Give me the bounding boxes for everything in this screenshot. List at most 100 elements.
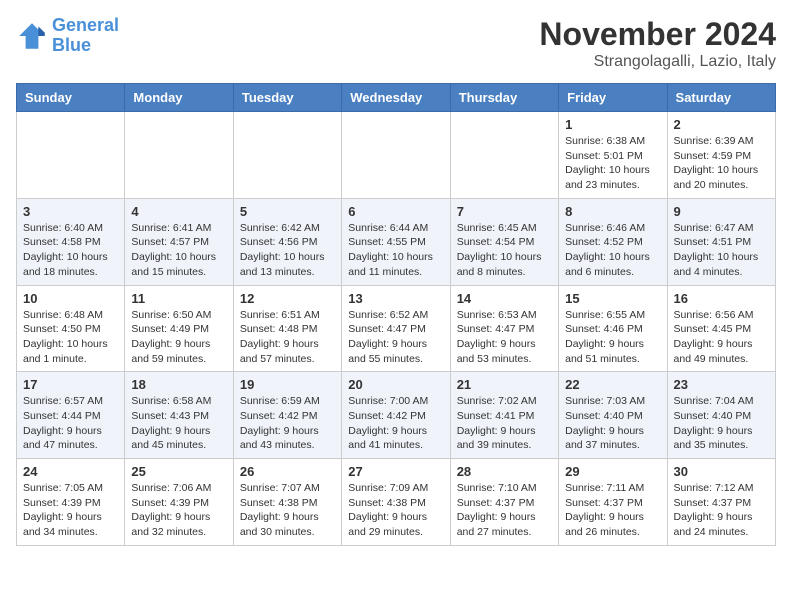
weekday-header: SundayMondayTuesdayWednesdayThursdayFrid…	[17, 84, 776, 112]
calendar-cell: 26 Sunrise: 7:07 AM Sunset: 4:38 PM Dayli…	[233, 459, 341, 546]
day-number: 21	[457, 377, 552, 392]
day-number: 23	[674, 377, 769, 392]
weekday-header-cell: Friday	[559, 84, 667, 112]
calendar-cell: 20 Sunrise: 7:00 AM Sunset: 4:42 PM Dayli…	[342, 372, 450, 459]
day-info: Sunrise: 6:44 AM Sunset: 4:55 PM Dayligh…	[348, 221, 443, 280]
day-info: Sunrise: 6:57 AM Sunset: 4:44 PM Dayligh…	[23, 394, 118, 453]
calendar-cell	[450, 112, 558, 199]
day-info: Sunrise: 6:50 AM Sunset: 4:49 PM Dayligh…	[131, 308, 226, 367]
day-number: 12	[240, 291, 335, 306]
day-info: Sunrise: 7:05 AM Sunset: 4:39 PM Dayligh…	[23, 481, 118, 540]
title-block: November 2024 Strangolagalli, Lazio, Ita…	[539, 16, 776, 71]
day-number: 5	[240, 204, 335, 219]
day-info: Sunrise: 6:41 AM Sunset: 4:57 PM Dayligh…	[131, 221, 226, 280]
day-number: 15	[565, 291, 660, 306]
day-number: 29	[565, 464, 660, 479]
day-number: 22	[565, 377, 660, 392]
calendar-week-row: 1 Sunrise: 6:38 AM Sunset: 5:01 PM Daylig…	[17, 112, 776, 199]
day-info: Sunrise: 6:59 AM Sunset: 4:42 PM Dayligh…	[240, 394, 335, 453]
day-number: 17	[23, 377, 118, 392]
day-number: 28	[457, 464, 552, 479]
day-info: Sunrise: 6:53 AM Sunset: 4:47 PM Dayligh…	[457, 308, 552, 367]
weekday-header-cell: Thursday	[450, 84, 558, 112]
calendar-cell: 10Sunrise: 6:48 AM Sunset: 4:50 PM Dayli…	[17, 285, 125, 372]
month-title: November 2024	[539, 16, 776, 53]
day-number: 26	[240, 464, 335, 479]
day-number: 3	[23, 204, 118, 219]
day-number: 1	[565, 117, 660, 132]
day-number: 6	[348, 204, 443, 219]
day-info: Sunrise: 7:02 AM Sunset: 4:41 PM Dayligh…	[457, 394, 552, 453]
day-info: Sunrise: 7:03 AM Sunset: 4:40 PM Dayligh…	[565, 394, 660, 453]
logo-line1: General	[52, 15, 119, 35]
day-info: Sunrise: 6:38 AM Sunset: 5:01 PM Dayligh…	[565, 134, 660, 193]
day-number: 18	[131, 377, 226, 392]
header: General Blue November 2024 Strangolagall…	[16, 16, 776, 71]
calendar-body: 1 Sunrise: 6:38 AM Sunset: 5:01 PM Daylig…	[17, 112, 776, 546]
weekday-header-cell: Wednesday	[342, 84, 450, 112]
calendar-cell: 21 Sunrise: 7:02 AM Sunset: 4:41 PM Dayli…	[450, 372, 558, 459]
weekday-header-cell: Sunday	[17, 84, 125, 112]
day-info: Sunrise: 7:00 AM Sunset: 4:42 PM Dayligh…	[348, 394, 443, 453]
logo-text: General Blue	[52, 16, 119, 56]
calendar-week-row: 24 Sunrise: 7:05 AM Sunset: 4:39 PM Dayli…	[17, 459, 776, 546]
calendar-cell: 15Sunrise: 6:55 AM Sunset: 4:46 PM Dayli…	[559, 285, 667, 372]
day-info: Sunrise: 6:39 AM Sunset: 4:59 PM Dayligh…	[674, 134, 769, 193]
calendar-cell: 28 Sunrise: 7:10 AM Sunset: 4:37 PM Dayli…	[450, 459, 558, 546]
day-info: Sunrise: 6:47 AM Sunset: 4:51 PM Dayligh…	[674, 221, 769, 280]
calendar-week-row: 10Sunrise: 6:48 AM Sunset: 4:50 PM Dayli…	[17, 285, 776, 372]
calendar-cell: 29Sunrise: 7:11 AM Sunset: 4:37 PM Dayli…	[559, 459, 667, 546]
day-info: Sunrise: 6:51 AM Sunset: 4:48 PM Dayligh…	[240, 308, 335, 367]
calendar-cell: 9 Sunrise: 6:47 AM Sunset: 4:51 PM Daylig…	[667, 198, 775, 285]
day-info: Sunrise: 7:09 AM Sunset: 4:38 PM Dayligh…	[348, 481, 443, 540]
calendar-week-row: 17 Sunrise: 6:57 AM Sunset: 4:44 PM Dayli…	[17, 372, 776, 459]
day-number: 27	[348, 464, 443, 479]
location: Strangolagalli, Lazio, Italy	[539, 53, 776, 71]
calendar-cell: 12 Sunrise: 6:51 AM Sunset: 4:48 PM Dayli…	[233, 285, 341, 372]
day-info: Sunrise: 7:04 AM Sunset: 4:40 PM Dayligh…	[674, 394, 769, 453]
day-number: 11	[131, 291, 226, 306]
calendar-cell	[233, 112, 341, 199]
day-number: 14	[457, 291, 552, 306]
calendar-cell: 18Sunrise: 6:58 AM Sunset: 4:43 PM Dayli…	[125, 372, 233, 459]
calendar-cell: 23 Sunrise: 7:04 AM Sunset: 4:40 PM Dayli…	[667, 372, 775, 459]
page: General Blue November 2024 Strangolagall…	[0, 0, 792, 612]
day-info: Sunrise: 6:56 AM Sunset: 4:45 PM Dayligh…	[674, 308, 769, 367]
calendar-cell: 8 Sunrise: 6:46 AM Sunset: 4:52 PM Daylig…	[559, 198, 667, 285]
day-number: 10	[23, 291, 118, 306]
calendar-cell: 17 Sunrise: 6:57 AM Sunset: 4:44 PM Dayli…	[17, 372, 125, 459]
day-number: 20	[348, 377, 443, 392]
calendar-cell: 25 Sunrise: 7:06 AM Sunset: 4:39 PM Dayli…	[125, 459, 233, 546]
day-number: 24	[23, 464, 118, 479]
day-info: Sunrise: 7:07 AM Sunset: 4:38 PM Dayligh…	[240, 481, 335, 540]
day-number: 16	[674, 291, 769, 306]
day-info: Sunrise: 6:46 AM Sunset: 4:52 PM Dayligh…	[565, 221, 660, 280]
calendar-cell: 16 Sunrise: 6:56 AM Sunset: 4:45 PM Dayli…	[667, 285, 775, 372]
day-number: 30	[674, 464, 769, 479]
calendar-cell: 19Sunrise: 6:59 AM Sunset: 4:42 PM Dayli…	[233, 372, 341, 459]
day-number: 4	[131, 204, 226, 219]
calendar-cell: 7Sunrise: 6:45 AM Sunset: 4:54 PM Daylig…	[450, 198, 558, 285]
calendar-cell: 6 Sunrise: 6:44 AM Sunset: 4:55 PM Daylig…	[342, 198, 450, 285]
logo-line2: Blue	[52, 35, 91, 55]
day-number: 25	[131, 464, 226, 479]
day-number: 9	[674, 204, 769, 219]
calendar-cell	[342, 112, 450, 199]
weekday-header-cell: Tuesday	[233, 84, 341, 112]
day-info: Sunrise: 7:12 AM Sunset: 4:37 PM Dayligh…	[674, 481, 769, 540]
logo: General Blue	[16, 16, 119, 56]
day-info: Sunrise: 7:06 AM Sunset: 4:39 PM Dayligh…	[131, 481, 226, 540]
weekday-header-cell: Monday	[125, 84, 233, 112]
calendar-cell: 22 Sunrise: 7:03 AM Sunset: 4:40 PM Dayli…	[559, 372, 667, 459]
calendar-cell	[17, 112, 125, 199]
day-number: 2	[674, 117, 769, 132]
calendar-cell: 24 Sunrise: 7:05 AM Sunset: 4:39 PM Dayli…	[17, 459, 125, 546]
day-number: 8	[565, 204, 660, 219]
day-info: Sunrise: 7:10 AM Sunset: 4:37 PM Dayligh…	[457, 481, 552, 540]
calendar-cell: 27 Sunrise: 7:09 AM Sunset: 4:38 PM Dayli…	[342, 459, 450, 546]
calendar-cell: 4 Sunrise: 6:41 AM Sunset: 4:57 PM Daylig…	[125, 198, 233, 285]
day-info: Sunrise: 6:42 AM Sunset: 4:56 PM Dayligh…	[240, 221, 335, 280]
calendar-cell: 14 Sunrise: 6:53 AM Sunset: 4:47 PM Dayli…	[450, 285, 558, 372]
weekday-header-cell: Saturday	[667, 84, 775, 112]
calendar-week-row: 3Sunrise: 6:40 AM Sunset: 4:58 PM Daylig…	[17, 198, 776, 285]
